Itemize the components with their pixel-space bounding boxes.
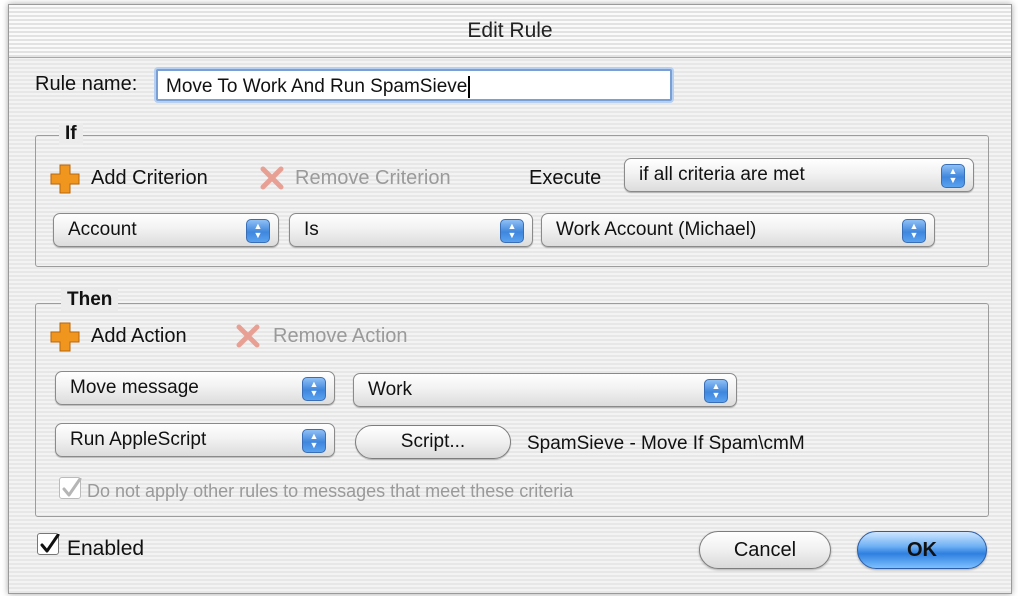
stop-rules-checkbox[interactable] — [59, 477, 82, 499]
criterion-field-value: Account — [68, 219, 137, 240]
enabled-label: Enabled — [67, 537, 145, 560]
execute-label: Execute — [529, 167, 602, 189]
action1-type-value: Move message — [70, 377, 199, 398]
text-caret — [468, 75, 471, 98]
window-title: Edit Rule — [467, 19, 553, 42]
rule-name-value: Move To Work And Run SpamSieve — [166, 76, 468, 97]
remove-x-icon — [259, 165, 285, 196]
criterion-operator-value: Is — [304, 219, 319, 240]
execute-popup-value: if all criteria are met — [639, 164, 805, 185]
execute-popup[interactable]: if all criteria are met ▲ ▼ — [624, 158, 974, 192]
criterion-field-popup[interactable]: Account ▲ ▼ — [53, 213, 279, 247]
if-group-box — [35, 135, 989, 267]
checkmark-icon — [40, 533, 60, 553]
plus-icon[interactable] — [49, 163, 81, 200]
rule-name-label: Rule name: — [35, 73, 138, 95]
enabled-checkbox[interactable] — [37, 533, 60, 555]
edit-rule-dialog: Edit Rule Rule name: Move To Work And Ru… — [8, 4, 1012, 594]
cancel-button[interactable]: Cancel — [699, 531, 831, 569]
stop-rules-label: Do not apply other rules to messages tha… — [87, 481, 574, 501]
script-button[interactable]: Script... — [355, 425, 511, 459]
action2-type-value: Run AppleScript — [70, 429, 207, 450]
plus-icon[interactable] — [49, 321, 81, 358]
add-action-button[interactable]: Add Action — [91, 325, 187, 348]
popup-arrows-icon: ▲ ▼ — [704, 379, 728, 403]
popup-arrows-icon: ▲ ▼ — [302, 377, 326, 401]
popup-arrows-icon: ▲ ▼ — [902, 219, 926, 243]
ok-button[interactable]: OK — [857, 531, 987, 569]
title-bar[interactable]: Edit Rule — [9, 5, 1011, 58]
checkmark-icon — [62, 477, 82, 497]
then-group-label: Then — [61, 289, 119, 311]
popup-arrows-icon: ▲ ▼ — [941, 164, 965, 188]
criterion-value-value: Work Account (Michael) — [556, 219, 757, 240]
add-criterion-button[interactable]: Add Criterion — [91, 167, 208, 190]
script-name: SpamSieve - Move If Spam\cmM — [527, 433, 805, 454]
action1-target-popup[interactable]: Work ▲ ▼ — [353, 373, 737, 407]
if-group-label: If — [59, 123, 83, 145]
rule-name-field[interactable]: Move To Work And Run SpamSieve — [156, 69, 672, 101]
action1-type-popup[interactable]: Move message ▲ ▼ — [55, 371, 335, 405]
remove-criterion-button: Remove Criterion — [295, 167, 451, 189]
popup-arrows-icon: ▲ ▼ — [500, 219, 524, 243]
popup-arrows-icon: ▲ ▼ — [302, 429, 326, 453]
criterion-operator-popup[interactable]: Is ▲ ▼ — [289, 213, 533, 247]
action2-type-popup[interactable]: Run AppleScript ▲ ▼ — [55, 423, 335, 457]
popup-arrows-icon: ▲ ▼ — [246, 219, 270, 243]
criterion-value-popup[interactable]: Work Account (Michael) ▲ ▼ — [541, 213, 935, 247]
action1-target-value: Work — [368, 379, 412, 400]
remove-action-button: Remove Action — [273, 325, 408, 347]
remove-x-icon — [235, 323, 261, 354]
